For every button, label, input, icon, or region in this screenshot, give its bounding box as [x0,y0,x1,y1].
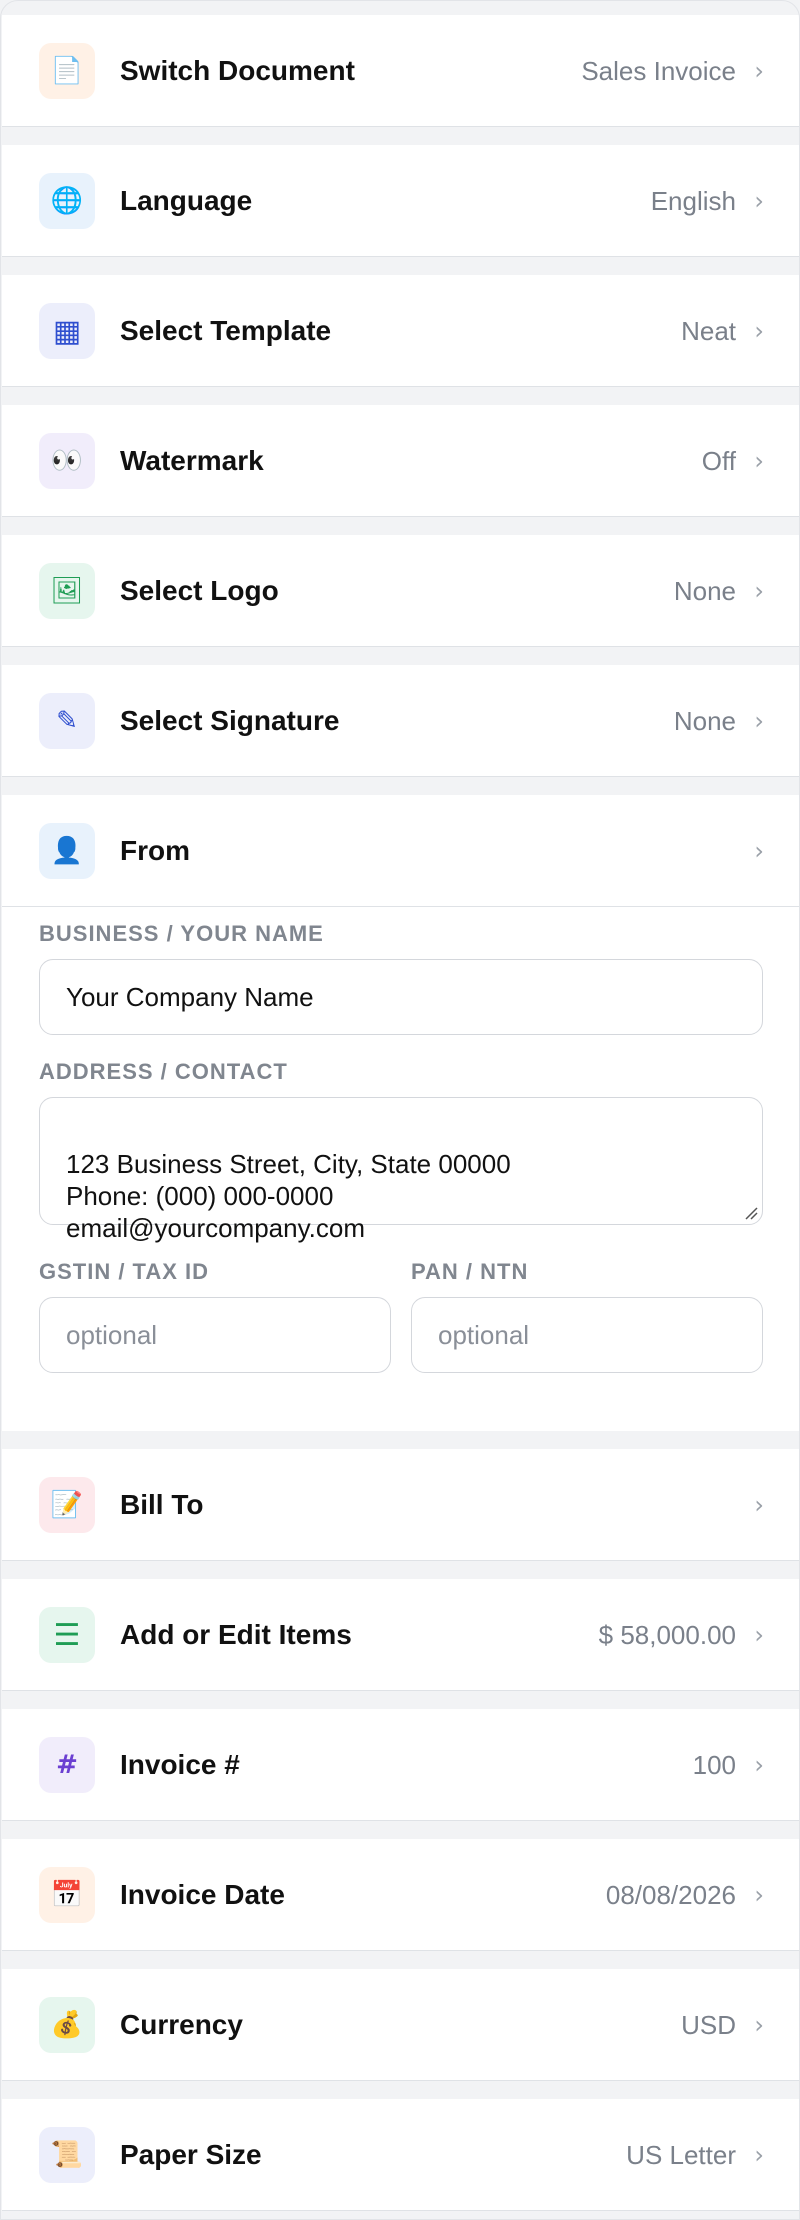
invoice-number-label: Invoice # [120,1749,240,1780]
gstin-label: GSTIN / TAX ID [39,1259,210,1284]
memo-icon: 📝 [39,1477,95,1533]
chevron-right-icon: › [754,1621,764,1649]
settings-panel: 📄 Switch Document Sales Invoice › 🌐 Lang… [0,0,800,2220]
chevron-right-icon: › [754,317,764,345]
watermark-label: Watermark [120,445,264,476]
address-contact-value: 123 Business Street, City, State 00000 P… [66,1149,511,1243]
grid-icon: ▦ [39,303,95,359]
from-label: From [120,835,190,866]
chevron-right-icon: › [754,837,764,865]
select-signature-row[interactable]: ✎ Select Signature None › [2,665,799,777]
invoice-number-value: 100 [692,1749,736,1780]
from-form: BUSINESS / YOUR NAME Your Company Name A… [2,907,799,1431]
chevron-right-icon: › [754,2011,764,2039]
business-name-label: BUSINESS / YOUR NAME [39,921,324,946]
calendar-icon: 📅 [39,1867,95,1923]
gstin-input[interactable]: optional [39,1297,391,1373]
language-label: Language [120,185,253,216]
items-row[interactable]: ☰ Add or Edit Items $ 58,000.00 › [2,1579,799,1691]
select-signature-label: Select Signature [120,705,340,736]
money-bag-icon: 💰 [39,1997,95,2053]
paper-size-row[interactable]: 📜 Paper Size US Letter › [2,2099,799,2211]
chevron-right-icon: › [754,57,764,85]
switch-document-label: Switch Document [120,55,355,86]
image-icon: 🖼 [39,563,95,619]
watermark-row[interactable]: 👀 Watermark Off › [2,405,799,517]
invoice-date-value: 08/08/2026 [605,1879,736,1910]
currency-label: Currency [120,2009,243,2040]
language-row[interactable]: 🌐 Language English › [2,145,799,257]
select-signature-value: None [673,705,736,736]
currency-value: USD [681,2009,736,2040]
chevron-right-icon: › [754,1491,764,1519]
chevron-right-icon: › [754,1881,764,1909]
chevron-right-icon: › [754,1751,764,1779]
person-icon: 👤 [39,823,95,879]
paper-size-value: US Letter [626,2139,736,2170]
scroll-icon: 📜 [39,2127,95,2183]
hash-icon: # [39,1737,95,1793]
invoice-number-row[interactable]: # Invoice # 100 › [2,1709,799,1821]
switch-document-value: Sales Invoice [581,55,736,86]
select-logo-row[interactable]: 🖼 Select Logo None › [2,535,799,647]
select-template-label: Select Template [120,315,332,346]
chevron-right-icon: › [754,187,764,215]
bill-to-row[interactable]: 📝 Bill To › [2,1449,799,1561]
items-label: Add or Edit Items [120,1619,352,1650]
globe-icon: 🌐 [39,173,95,229]
bill-to-label: Bill To [120,1489,204,1520]
eyes-icon: 👀 [39,433,95,489]
chevron-right-icon: › [754,447,764,475]
list-icon: ☰ [39,1607,95,1663]
business-name-input[interactable]: Your Company Name [39,959,763,1035]
invoice-date-label: Invoice Date [120,1879,285,1910]
chevron-right-icon: › [754,2141,764,2169]
watermark-value: Off [701,445,736,476]
items-total-value: $ 58,000.00 [598,1619,736,1650]
select-template-row[interactable]: ▦ Select Template Neat › [2,275,799,387]
pen-icon: ✎ [39,693,95,749]
currency-row[interactable]: 💰 Currency USD › [2,1969,799,2081]
address-contact-textarea[interactable]: 123 Business Street, City, State 00000 P… [39,1097,763,1243]
select-logo-value: None [673,575,736,606]
from-row[interactable]: 👤 From › [2,795,799,907]
invoice-date-row[interactable]: 📅 Invoice Date 08/08/2026 › [2,1839,799,1951]
select-template-value: Neat [681,315,736,346]
language-value: English [650,185,736,216]
chevron-right-icon: › [754,707,764,735]
select-logo-label: Select Logo [120,575,279,606]
document-icon: 📄 [39,43,95,99]
chevron-right-icon: › [754,577,764,605]
resize-grip-icon[interactable] [744,1206,758,1220]
pan-input[interactable]: optional [411,1297,763,1373]
address-contact-label: ADDRESS / CONTACT [39,1059,288,1084]
paper-size-label: Paper Size [120,2139,262,2170]
pan-label: PAN / NTN [411,1259,529,1284]
switch-document-row[interactable]: 📄 Switch Document Sales Invoice › [2,15,799,127]
